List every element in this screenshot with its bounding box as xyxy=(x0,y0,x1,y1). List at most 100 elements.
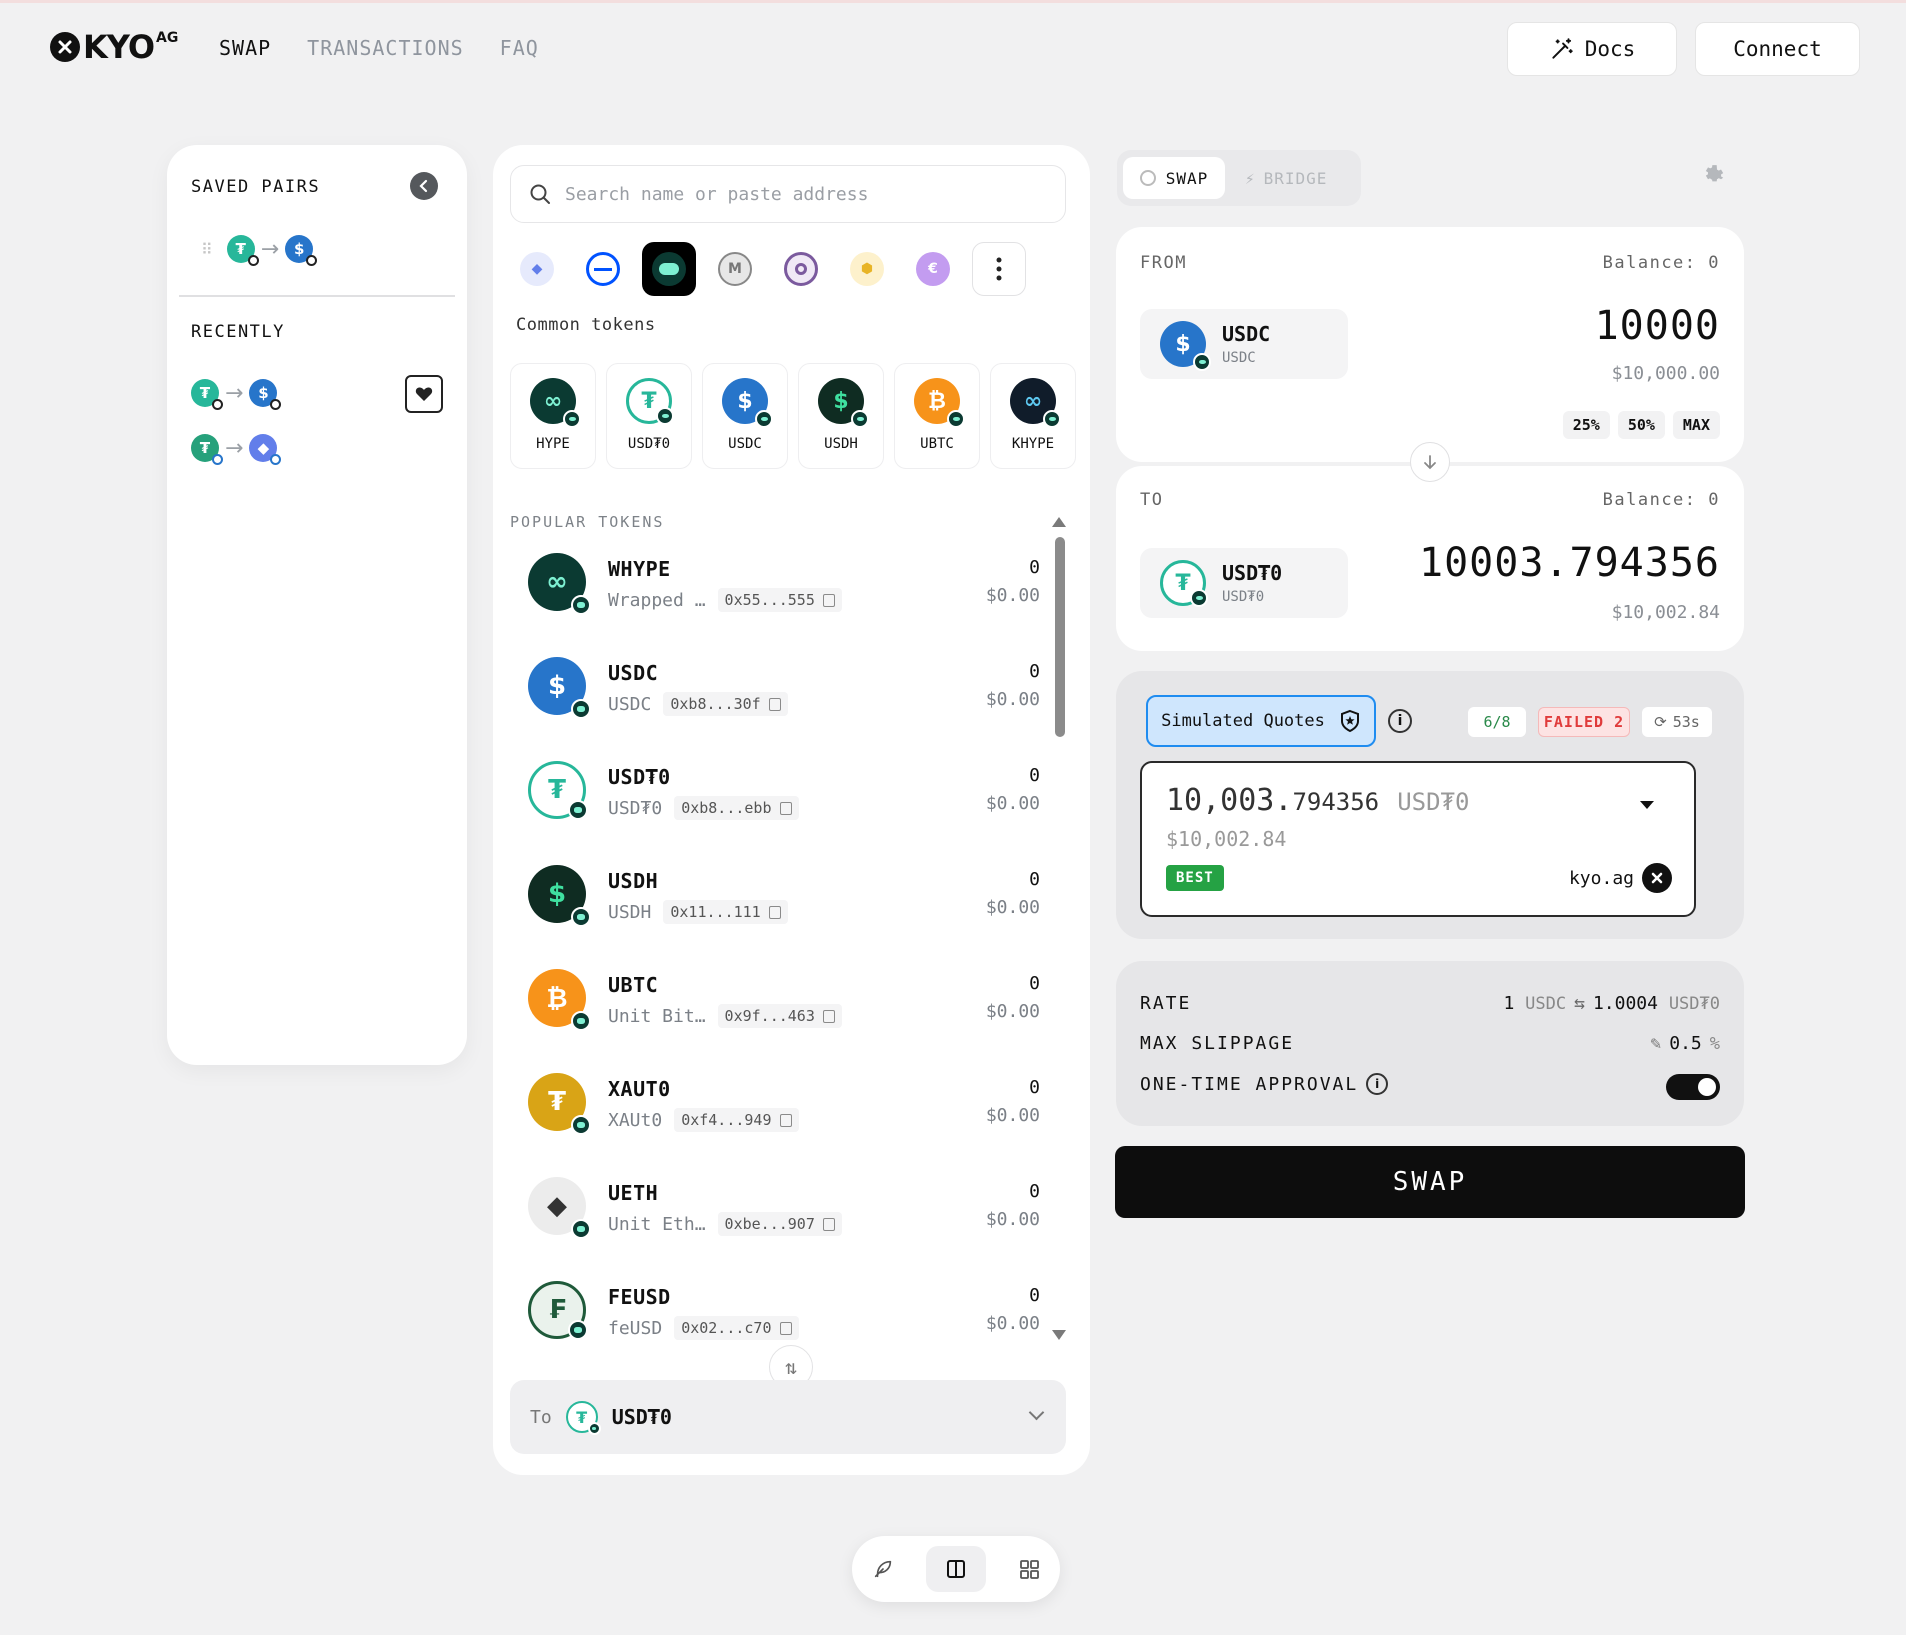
chain-base[interactable] xyxy=(576,242,630,296)
swap-button[interactable]: SWAP xyxy=(1115,1146,1745,1218)
view-split-button[interactable] xyxy=(926,1546,986,1592)
recent-pair-usdt0-usdc[interactable]: ₮ → $ xyxy=(191,379,282,410)
token-subline: USD₮0 0xb8...ebb xyxy=(608,796,799,820)
nav-faq[interactable]: FAQ xyxy=(500,36,539,60)
hype-token-icon: ∞ xyxy=(530,378,581,428)
common-token-ubtc[interactable]: ₿ UBTC xyxy=(894,363,980,469)
chain-bnb[interactable]: ⬢ xyxy=(840,242,894,296)
chain-polygon[interactable] xyxy=(774,242,828,296)
kyo-source-icon xyxy=(1642,863,1672,893)
refresh-timer[interactable]: ⟳ 53s xyxy=(1642,707,1712,737)
token-address[interactable]: 0x55...555 xyxy=(717,588,842,612)
usdh-token-icon: $ xyxy=(818,378,869,428)
view-compact-button[interactable] xyxy=(860,1546,906,1592)
rate-value[interactable]: 1 USDC ⇆ 1.0004 USD₮0 xyxy=(1503,993,1720,1014)
token-row[interactable]: ∞ WHYPE Wrapped … 0x55...555 0 $0.00 xyxy=(510,537,1040,641)
slippage-value[interactable]: ✎ 0.5 % xyxy=(1650,1033,1720,1054)
caret-down-icon[interactable] xyxy=(1640,801,1654,809)
quotes-failed-badge[interactable]: FAILED 2 xyxy=(1538,707,1630,737)
token-symbol: UBTC xyxy=(608,973,659,997)
nav-transactions[interactable]: TRANSACTIONS xyxy=(307,36,464,60)
recent-pair-usdt-eth[interactable]: ₮ → ◆ xyxy=(191,434,282,465)
info-icon[interactable]: i xyxy=(1366,1073,1389,1095)
settings-gear-icon[interactable] xyxy=(1700,163,1726,193)
more-chains-button[interactable] xyxy=(972,242,1026,296)
copy-icon xyxy=(779,1321,792,1335)
token-address[interactable]: 0x02...c70 xyxy=(674,1316,799,1340)
slippage-number: 0.5 xyxy=(1669,1033,1702,1054)
recently-title: RECENTLY xyxy=(191,322,285,342)
usdc-token-icon: $ xyxy=(1160,321,1211,371)
save-pair-button[interactable] xyxy=(405,375,443,413)
pct-50-button[interactable]: 50% xyxy=(1617,411,1665,439)
info-icon[interactable]: i xyxy=(1388,709,1412,733)
token-subline: feUSD 0x02...c70 xyxy=(608,1316,799,1340)
nav-swap[interactable]: SWAP xyxy=(219,36,271,60)
common-token-symbol: UBTC xyxy=(920,436,954,452)
token-row[interactable]: ₮ XAUT0 XAUt0 0xf4...949 0 $0.00 xyxy=(510,1057,1040,1161)
common-token-usdc[interactable]: $ USDC xyxy=(702,363,788,469)
refresh-icon: ⟳ xyxy=(1654,713,1667,731)
token-address[interactable]: 0xb8...ebb xyxy=(674,796,799,820)
token-address[interactable]: 0x9f...463 xyxy=(717,1004,842,1028)
token-address[interactable]: 0x11...111 xyxy=(663,900,788,924)
connect-button[interactable]: Connect xyxy=(1695,22,1860,76)
usdt-token-icon: ₮ xyxy=(191,434,223,465)
chain-ethena[interactable]: € xyxy=(906,242,960,296)
token-name: USDC xyxy=(608,693,652,715)
heart-icon xyxy=(415,387,433,401)
token-usd: $0.00 xyxy=(985,1105,1040,1126)
search-input[interactable]: Search name or paste address xyxy=(510,165,1066,223)
from-amount-usd: $10,000.00 xyxy=(1611,363,1720,384)
flip-direction-button[interactable] xyxy=(1410,442,1450,482)
tab-swap[interactable]: SWAP xyxy=(1123,157,1225,199)
pct-25-button[interactable]: 25% xyxy=(1562,411,1610,439)
logo[interactable]: KYO AG xyxy=(50,30,178,63)
tab-bridge[interactable]: ⚡ BRIDGE xyxy=(1245,157,1327,199)
token-address[interactable]: 0xb8...30f xyxy=(663,692,788,716)
from-amount-input[interactable]: 10000 xyxy=(1595,303,1720,349)
drag-handle-icon[interactable]: ⠿ xyxy=(201,240,213,259)
view-grid-button[interactable] xyxy=(1006,1546,1052,1592)
token-row[interactable]: $ USDC USDC 0xb8...30f 0 $0.00 xyxy=(510,641,1040,745)
approval-toggle[interactable] xyxy=(1666,1074,1720,1100)
scrollbar-thumb[interactable] xyxy=(1055,537,1065,737)
usdc-token-icon: $ xyxy=(285,235,318,266)
common-token-usdt0[interactable]: ₮ USD₮0 xyxy=(606,363,692,469)
search-placeholder: Search name or paste address xyxy=(565,183,869,205)
to-token-select[interactable]: To ₮ USD₮0 xyxy=(510,1380,1066,1454)
base-icon xyxy=(586,252,620,286)
token-balance: 0 xyxy=(1029,1181,1040,1202)
common-tokens-row: ∞ HYPE ₮ USD₮0 $ USDC $ USDH ₿ UBTC ∞ KH… xyxy=(510,363,1076,469)
rate-rhs-num: 1.0004 xyxy=(1592,993,1658,1014)
common-token-khype[interactable]: ∞ KHYPE xyxy=(990,363,1076,469)
usdt0-token-icon: ₮ xyxy=(226,235,259,266)
docs-button[interactable]: Docs xyxy=(1507,22,1677,76)
chain-ethereum[interactable]: ◆ xyxy=(510,242,564,296)
token-row[interactable]: ₮ USD₮0 USD₮0 0xb8...ebb 0 $0.00 xyxy=(510,745,1040,849)
best-quote-card[interactable]: 10,003.794356 USD₮0 $10,002.84 BEST kyo.… xyxy=(1140,761,1696,917)
collapse-panel-button[interactable] xyxy=(410,172,438,200)
token-row[interactable]: $ USDH USDH 0x11...111 0 $0.00 xyxy=(510,849,1040,953)
approval-row: ONE-TIME APPROVAL i xyxy=(1140,1073,1389,1095)
scroll-down-arrow-icon[interactable] xyxy=(1052,1330,1066,1340)
pct-max-button[interactable]: MAX xyxy=(1672,411,1720,439)
token-row[interactable]: ₿ UBTC Unit Bit… 0x9f...463 0 $0.00 xyxy=(510,953,1040,1057)
token-usd: $0.00 xyxy=(985,897,1040,918)
token-address[interactable]: 0xbe...907 xyxy=(717,1212,842,1236)
saved-pair-usdt0-usdc[interactable]: ⠿ ₮ → $ xyxy=(201,235,318,266)
chain-hyperliquid[interactable] xyxy=(642,242,696,296)
to-token-select[interactable]: ₮ USD₮0 USD₮0 xyxy=(1140,548,1348,618)
quotes-count-badge: 6/8 xyxy=(1468,707,1526,737)
chain-mantle[interactable]: M xyxy=(708,242,762,296)
common-token-usdh[interactable]: $ USDH xyxy=(798,363,884,469)
token-name: feUSD xyxy=(608,1317,663,1339)
common-token-hype[interactable]: ∞ HYPE xyxy=(510,363,596,469)
token-address[interactable]: 0xf4...949 xyxy=(674,1108,799,1132)
simulated-quotes-button[interactable]: Simulated Quotes xyxy=(1146,695,1376,747)
scroll-up-arrow-icon[interactable] xyxy=(1052,517,1066,527)
token-usd: $0.00 xyxy=(985,1209,1040,1230)
token-row[interactable]: ◆ UETH Unit Eth… 0xbe...907 0 $0.00 xyxy=(510,1161,1040,1265)
from-token-select[interactable]: $ USDC USDC xyxy=(1140,309,1348,379)
token-usd: $0.00 xyxy=(985,585,1040,606)
